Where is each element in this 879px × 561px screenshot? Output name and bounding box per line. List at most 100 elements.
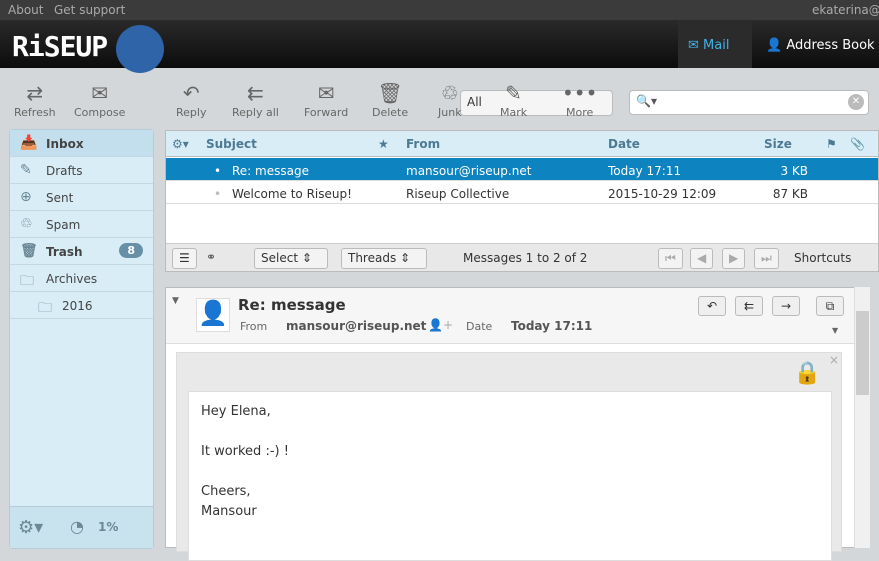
threads-toggle-icon[interactable]: ⚭ <box>206 250 216 264</box>
mark-label: Mark <box>500 106 528 119</box>
threads-label: Threads <box>348 251 397 265</box>
message-date: Today 17:11 <box>511 319 593 333</box>
forward-icon: ✉ <box>317 81 335 105</box>
row-date: Today 17:11 <box>608 164 682 178</box>
reply-button[interactable]: ↶ Reply <box>176 80 206 119</box>
folder-spam[interactable]: ♲ Spam <box>10 211 153 238</box>
sent-icon: ⊕ <box>20 189 32 205</box>
folder-drafts[interactable]: ✎ Drafts <box>10 157 153 184</box>
reply-all-button[interactable]: ⇇ Reply all <box>232 80 279 119</box>
col-from[interactable]: From <box>406 137 440 151</box>
body-line: Cheers, <box>201 484 251 499</box>
first-page-button[interactable]: ⏮ <box>658 248 683 269</box>
compose-button[interactable]: ✉ Compose <box>74 80 125 119</box>
about-link[interactable]: About <box>8 3 43 17</box>
search-input[interactable]: 🔍▾ ✕ <box>629 90 869 115</box>
crow-logo-icon <box>116 25 164 73</box>
folder-label: Inbox <box>46 137 84 151</box>
user-email: ekaterina@r <box>812 3 879 17</box>
list-header: ⚙▾ Subject ★ From Date Size ⚑ 📎 <box>166 131 878 157</box>
reply-all-label: Reply all <box>232 106 279 119</box>
filter-value: All <box>467 95 482 109</box>
prev-page-button[interactable]: ◀ <box>690 248 714 269</box>
row-size: 87 KB <box>772 187 808 201</box>
list-footer: ☰ ⚭ Select ⇕ Threads ⇕ Messages 1 to 2 o… <box>166 243 878 271</box>
threads-dropdown[interactable]: Threads ⇕ <box>341 248 427 269</box>
list-options-gear-icon[interactable]: ⚙▾ <box>172 137 189 151</box>
more-label: More <box>566 106 594 119</box>
support-link[interactable]: Get support <box>54 3 125 17</box>
folder-inbox[interactable]: 📥 Inbox <box>10 130 153 157</box>
status-dot-icon: • <box>214 187 222 201</box>
folder-label: Spam <box>46 218 81 232</box>
more-icon: ••• <box>562 81 598 105</box>
close-icon[interactable]: × <box>829 353 839 367</box>
sidebar-footer: ⚙▾ ◔ 1% <box>10 506 153 548</box>
mark-icon: ✎ <box>505 81 522 105</box>
forward-button[interactable]: ✉ Forward <box>304 80 348 119</box>
nav-mail-label: Mail <box>703 38 730 53</box>
compose-icon: ✉ <box>91 81 109 105</box>
date-label: Date <box>466 320 493 333</box>
more-options-icon[interactable]: ▼ <box>832 326 838 335</box>
folder-archives[interactable]: 🗀 Archives <box>10 265 153 292</box>
last-page-button[interactable]: ⏭ <box>754 248 779 269</box>
message-preview: ▼ 👤 Re: message From mansour@riseup.net … <box>165 287 870 561</box>
col-subject[interactable]: Subject <box>206 137 257 151</box>
junk-button[interactable]: ♲ Junk <box>438 80 462 119</box>
message-list: ⚙▾ Subject ★ From Date Size ⚑ 📎 • Re: me… <box>165 130 879 272</box>
settings-gear-icon[interactable]: ⚙▾ <box>18 517 43 538</box>
mail-icon: ✉ <box>688 38 699 53</box>
forward-icon[interactable]: → <box>772 296 800 316</box>
trash-icon: 🗑 <box>20 243 38 259</box>
folder-label: Sent <box>46 191 74 205</box>
refresh-button[interactable]: ⇄ Refresh <box>14 80 56 119</box>
quota-icon: ◔ <box>70 517 84 536</box>
refresh-icon: ⇄ <box>26 81 44 105</box>
folder-2016[interactable]: 🗀 2016 <box>10 292 153 319</box>
col-flag-icon[interactable]: ⚑ <box>826 137 837 151</box>
avatar: 👤 <box>196 298 230 332</box>
forward-label: Forward <box>304 106 349 119</box>
table-row[interactable]: • Welcome to Riseup! Riseup Collective 2… <box>166 181 878 204</box>
folder-sent[interactable]: ⊕ Sent <box>10 184 153 211</box>
folder-trash[interactable]: 🗑 Trash 8 <box>10 238 153 265</box>
message-subject: Re: message <box>238 296 346 314</box>
folder-list: 📥 Inbox ✎ Drafts ⊕ Sent ♲ Spam 🗑 Trash 8 🗀 Arch… <box>9 129 154 549</box>
select-dropdown[interactable]: Select ⇕ <box>254 248 328 269</box>
collapse-header-icon[interactable]: ▼ <box>172 296 179 306</box>
delete-button[interactable]: 🗑 Delete <box>372 80 408 119</box>
reply-all-icon: ⇇ <box>247 81 264 105</box>
person-icon: 👤 <box>766 38 783 53</box>
shortcuts-button[interactable]: Shortcuts <box>794 251 851 265</box>
preview-scrollbar[interactable] <box>854 287 870 548</box>
reply-icon[interactable]: ↶ <box>698 296 726 316</box>
col-attachment-icon[interactable]: 📎 <box>850 137 865 151</box>
col-date[interactable]: Date <box>608 137 640 151</box>
folder-label: 2016 <box>62 299 93 313</box>
add-contact-icon[interactable]: 👤+ <box>428 318 453 332</box>
clear-search-icon[interactable]: ✕ <box>848 94 864 110</box>
col-flag-star-icon[interactable]: ★ <box>378 137 389 151</box>
header: RiSEUP ✉ Mail 👤 Address Book <box>0 20 879 73</box>
folder-icon: 🗀 <box>38 300 52 316</box>
list-view-icon[interactable]: ☰ <box>172 248 197 269</box>
mark-button[interactable]: ✎ Mark <box>500 80 527 119</box>
table-row[interactable]: • Re: message mansour@riseup.net Today 1… <box>166 158 878 181</box>
col-size[interactable]: Size <box>764 137 792 151</box>
top-bar: About Get support ekaterina@r <box>0 0 879 20</box>
nav-ab-label: Address Book <box>786 38 875 53</box>
folder-label: Archives <box>46 272 98 286</box>
nav-mail[interactable]: ✉ Mail <box>678 20 752 68</box>
logo: RiSEUP <box>12 30 108 63</box>
open-window-icon[interactable]: ⧉ <box>816 296 844 316</box>
from-label: From <box>240 320 268 333</box>
sender-email[interactable]: mansour@riseup.net <box>286 319 426 333</box>
nav-address-book[interactable]: 👤 Address Book <box>766 38 875 53</box>
more-button[interactable]: ••• More <box>562 80 597 119</box>
next-page-button[interactable]: ▶ <box>722 248 746 269</box>
refresh-label: Refresh <box>14 106 56 119</box>
scrollbar-thumb[interactable] <box>856 311 869 395</box>
row-subject: Welcome to Riseup! <box>232 187 352 201</box>
reply-all-icon[interactable]: ⇇ <box>735 296 763 316</box>
